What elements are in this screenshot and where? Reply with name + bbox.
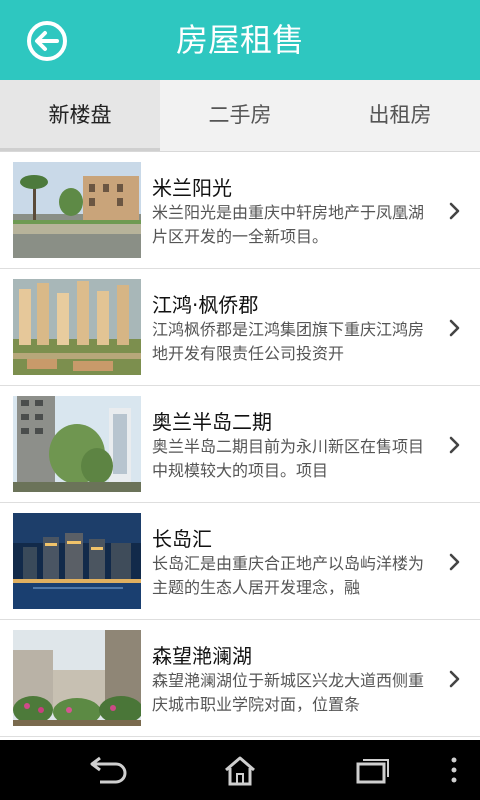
property-thumbnail	[13, 162, 141, 258]
page-title: 房屋租售	[175, 21, 304, 59]
home-icon[interactable]	[210, 750, 270, 790]
listing-description: 森望滟澜湖位于新城区兴龙大道西侧重庆城市职业学院对面，位置条	[152, 671, 425, 714]
listing-title: 米兰阳光	[152, 176, 232, 200]
list-item[interactable]: 江鸿·枫侨郡 江鸿枫侨郡是江鸿集团旗下重庆江鸿房地开发有限责任公司投资开	[0, 269, 480, 386]
listing-description: 江鸿枫侨郡是江鸿集团旗下重庆江鸿房地开发有限责任公司投资开	[152, 320, 425, 363]
listing-title: 长岛汇	[152, 527, 212, 551]
property-thumbnail	[13, 279, 141, 375]
property-thumbnail	[13, 396, 141, 492]
chevron-right-icon	[449, 670, 460, 688]
recent-apps-icon[interactable]	[342, 750, 402, 790]
back-icon[interactable]	[78, 750, 138, 790]
menu-icon[interactable]	[428, 750, 468, 790]
listing-description: 长岛汇是由重庆合正地产以岛屿洋楼为主题的生态人居开发理念，融	[152, 554, 425, 597]
tab-new-buildings[interactable]: 新楼盘	[0, 80, 160, 151]
listing-title: 奥兰半岛二期	[152, 410, 272, 434]
tab-rentals[interactable]: 出租房	[320, 80, 480, 151]
property-thumbnail	[13, 630, 141, 726]
listing-description: 米兰阳光是由重庆中轩房地产于凤凰湖片区开发的一全新项目。	[152, 203, 425, 246]
system-nav-bar	[0, 740, 480, 800]
chevron-right-icon	[449, 553, 460, 571]
app-header: 房屋租售	[0, 0, 480, 80]
listing-title: 江鸿·枫侨郡	[152, 293, 259, 317]
property-list: 米兰阳光 米兰阳光是由重庆中轩房地产于凤凰湖片区开发的一全新项目。 江鸿·枫侨郡	[0, 152, 480, 740]
chevron-right-icon	[449, 436, 460, 454]
tab-second-hand[interactable]: 二手房	[160, 80, 320, 151]
list-item[interactable]: 奥兰半岛二期 奥兰半岛二期目前为永川新区在售项目中规模较大的项目。项目	[0, 386, 480, 503]
list-item[interactable]: 森望滟澜湖 森望滟澜湖位于新城区兴龙大道西侧重庆城市职业学院对面，位置条	[0, 620, 480, 737]
chevron-right-icon	[449, 202, 460, 220]
property-thumbnail	[13, 513, 141, 609]
list-item[interactable]: 长岛汇 长岛汇是由重庆合正地产以岛屿洋楼为主题的生态人居开发理念，融	[0, 503, 480, 620]
listing-title: 森望滟澜湖	[152, 644, 252, 668]
listing-description: 奥兰半岛二期目前为永川新区在售项目中规模较大的项目。项目	[152, 437, 425, 480]
list-item[interactable]: 米兰阳光 米兰阳光是由重庆中轩房地产于凤凰湖片区开发的一全新项目。	[0, 152, 480, 269]
tab-bar: 新楼盘 二手房 出租房	[0, 80, 480, 152]
chevron-right-icon	[449, 319, 460, 337]
